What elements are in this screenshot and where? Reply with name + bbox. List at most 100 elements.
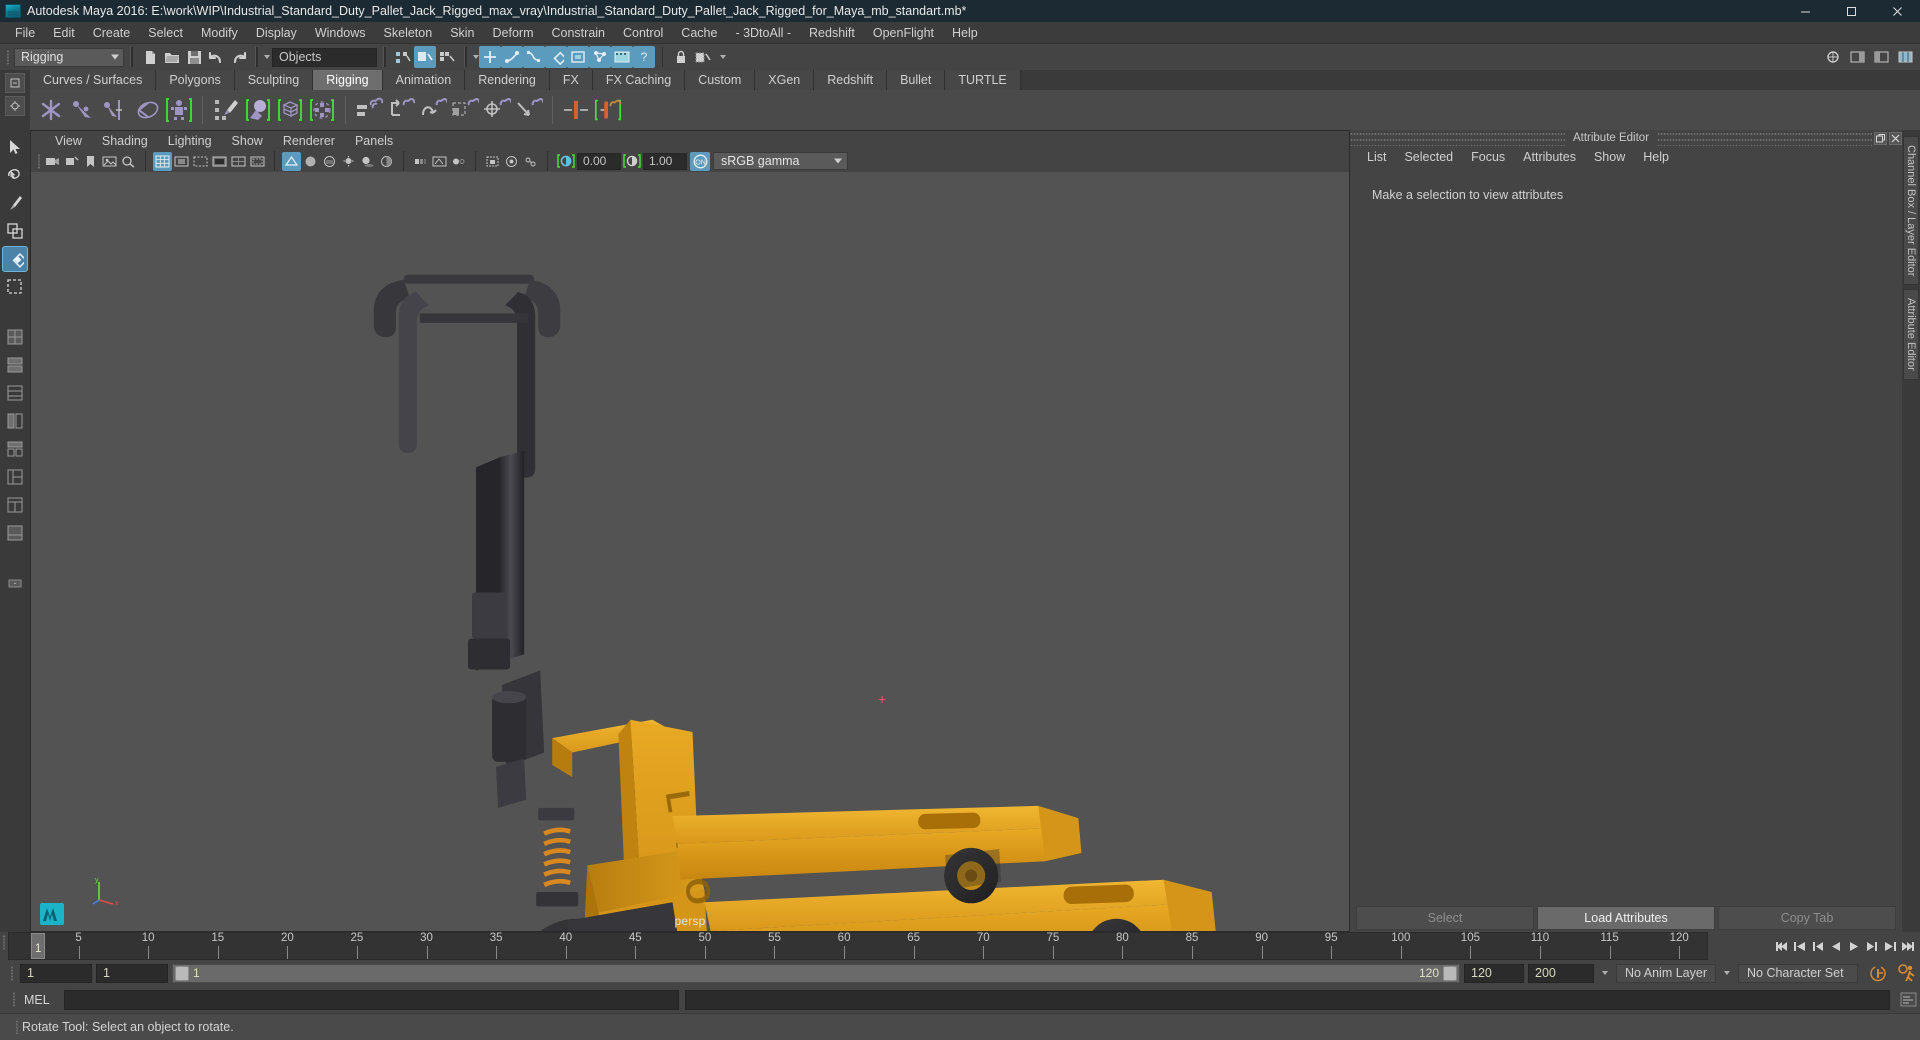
- ae-menu-show[interactable]: Show: [1585, 150, 1634, 164]
- undo-icon[interactable]: [205, 46, 227, 68]
- snap-view-plane-icon[interactable]: [567, 46, 589, 68]
- paint-select-tool[interactable]: [2, 190, 28, 216]
- helpline-grip[interactable]: [12, 1020, 22, 1034]
- smooth-shade-all-icon[interactable]: [301, 152, 320, 171]
- shadows-icon[interactable]: [358, 152, 377, 171]
- cluster-icon[interactable]: [307, 93, 337, 127]
- viewport-menu-shading[interactable]: Shading: [92, 134, 158, 148]
- layout-two-stacked-icon[interactable]: [2, 520, 28, 546]
- ik-spline-handle-icon[interactable]: [100, 93, 130, 127]
- shelf-tab-rendering[interactable]: Rendering: [465, 70, 550, 90]
- menu-skeleton[interactable]: Skeleton: [375, 23, 442, 43]
- snap-point-icon[interactable]: [523, 46, 545, 68]
- menu-redshift[interactable]: Redshift: [800, 23, 864, 43]
- menu-cache[interactable]: Cache: [672, 23, 726, 43]
- menu-control[interactable]: Control: [614, 23, 672, 43]
- minimize-button[interactable]: [1782, 0, 1828, 22]
- step-back-key-icon[interactable]: [1791, 937, 1808, 955]
- step-forward-key-icon[interactable]: [1881, 937, 1898, 955]
- layout-hypershade-icon[interactable]: [2, 436, 28, 462]
- save-scene-icon[interactable]: [183, 46, 205, 68]
- select-object-icon[interactable]: [414, 46, 436, 68]
- viewport-menu-lighting[interactable]: Lighting: [158, 134, 222, 148]
- viewport-3d-canvas[interactable]: + L O persp y x: [31, 172, 1349, 931]
- select-tool[interactable]: [2, 134, 28, 160]
- step-back-frame-icon[interactable]: [1809, 937, 1826, 955]
- range-slider-left-handle[interactable]: [175, 965, 189, 981]
- mel-input[interactable]: [64, 989, 679, 1010]
- move-tool[interactable]: [2, 218, 28, 244]
- select-component-icon[interactable]: [436, 46, 458, 68]
- menu-help[interactable]: Help: [943, 23, 987, 43]
- lasso-select-tool[interactable]: [2, 162, 28, 188]
- use-all-lights-icon[interactable]: [339, 152, 358, 171]
- shelf-tab-xgen[interactable]: XGen: [755, 70, 815, 90]
- open-scene-icon[interactable]: [161, 46, 183, 68]
- shelf-tab-bullet[interactable]: Bullet: [887, 70, 946, 90]
- make-live-icon[interactable]: [589, 46, 611, 68]
- go-to-end-icon[interactable]: [1899, 937, 1916, 955]
- shelf-tab-fx[interactable]: FX: [549, 70, 593, 90]
- panel-drag-dots-right[interactable]: [1657, 130, 1873, 146]
- ae-menu-selected[interactable]: Selected: [1395, 150, 1462, 164]
- menu-select[interactable]: Select: [139, 23, 192, 43]
- quick-rig-icon[interactable]: [164, 93, 194, 127]
- mel-label[interactable]: MEL: [24, 993, 58, 1007]
- ae-menu-attributes[interactable]: Attributes: [1514, 150, 1585, 164]
- commandline-grip[interactable]: [10, 990, 18, 1010]
- range-slider-right-handle[interactable]: [1443, 965, 1457, 981]
- playback-end-field[interactable]: 120: [1464, 963, 1524, 983]
- color-management-selector[interactable]: sRGB gamma: [713, 152, 848, 170]
- command-response-field[interactable]: [685, 989, 1890, 1010]
- menu-create[interactable]: Create: [84, 23, 140, 43]
- exposure-icon[interactable]: [555, 152, 577, 171]
- selection-mode-chevron-icon[interactable]: [264, 55, 270, 59]
- close-button[interactable]: [1874, 0, 1920, 22]
- color-management-toggle-icon[interactable]: ON: [690, 151, 710, 171]
- ae-menu-focus[interactable]: Focus: [1462, 150, 1514, 164]
- lock-icon[interactable]: [670, 46, 692, 68]
- ae-menu-list[interactable]: List: [1358, 150, 1395, 164]
- viewport-menu-show[interactable]: Show: [222, 134, 273, 148]
- panel-drag-dots[interactable]: [1350, 130, 1565, 146]
- maximize-button[interactable]: [1828, 0, 1874, 22]
- menu-windows[interactable]: Windows: [306, 23, 375, 43]
- viewport-toolbar-grip[interactable]: [35, 151, 43, 171]
- menuset-selector[interactable]: Rigging: [14, 47, 124, 67]
- shelf-tab-animation[interactable]: Animation: [382, 70, 466, 90]
- redo-icon[interactable]: [227, 46, 249, 68]
- bind-skin-icon[interactable]: [243, 93, 273, 127]
- anim-layer-chevron-icon[interactable]: [1602, 971, 1608, 975]
- wireframe-icon[interactable]: [282, 151, 301, 171]
- selection-mode-field[interactable]: Objects: [272, 47, 377, 67]
- menu-skin[interactable]: Skin: [441, 23, 483, 43]
- snap-curve-icon[interactable]: [501, 46, 523, 68]
- shelf-tab-rigging[interactable]: Rigging: [313, 70, 383, 90]
- shelf-tab-fx-caching[interactable]: FX Caching: [592, 70, 686, 90]
- bookmark-icon[interactable]: [81, 152, 100, 171]
- show-hide-channel-box-icon[interactable]: [1894, 46, 1916, 68]
- anim-layer-selector[interactable]: No Anim Layer: [1616, 963, 1716, 983]
- anim-end-field[interactable]: 200: [1528, 963, 1594, 983]
- layout-single-icon[interactable]: [2, 324, 28, 350]
- shelf-options-menu-icon[interactable]: [5, 96, 25, 116]
- play-forwards-icon[interactable]: [1845, 937, 1862, 955]
- load-attributes-button[interactable]: Load Attributes: [1537, 906, 1715, 930]
- point-constraint-icon[interactable]: [386, 93, 416, 127]
- image-plane-icon[interactable]: [100, 152, 119, 171]
- viewport-menu-view[interactable]: View: [45, 134, 92, 148]
- show-hide-modeling-toolkit-icon[interactable]: [1822, 46, 1844, 68]
- rangeslider-grip[interactable]: [8, 963, 16, 983]
- ik-handle-icon[interactable]: [68, 93, 98, 127]
- field-chart-icon[interactable]: [229, 152, 248, 171]
- pole-vector-constraint-icon[interactable]: [514, 93, 544, 127]
- new-scene-icon[interactable]: [139, 46, 161, 68]
- shade-textured-icon[interactable]: [320, 152, 339, 171]
- menu-3dtoall[interactable]: - 3DtoAll -: [726, 23, 800, 43]
- current-time-indicator[interactable]: 1: [31, 933, 45, 959]
- range-slider-bar[interactable]: 1 120: [172, 963, 1460, 983]
- insert-joint-icon[interactable]: [132, 93, 162, 127]
- copy-tab-button[interactable]: Copy Tab: [1718, 906, 1896, 930]
- statusline-grip[interactable]: [4, 47, 12, 67]
- range-start-field[interactable]: 1: [20, 963, 92, 983]
